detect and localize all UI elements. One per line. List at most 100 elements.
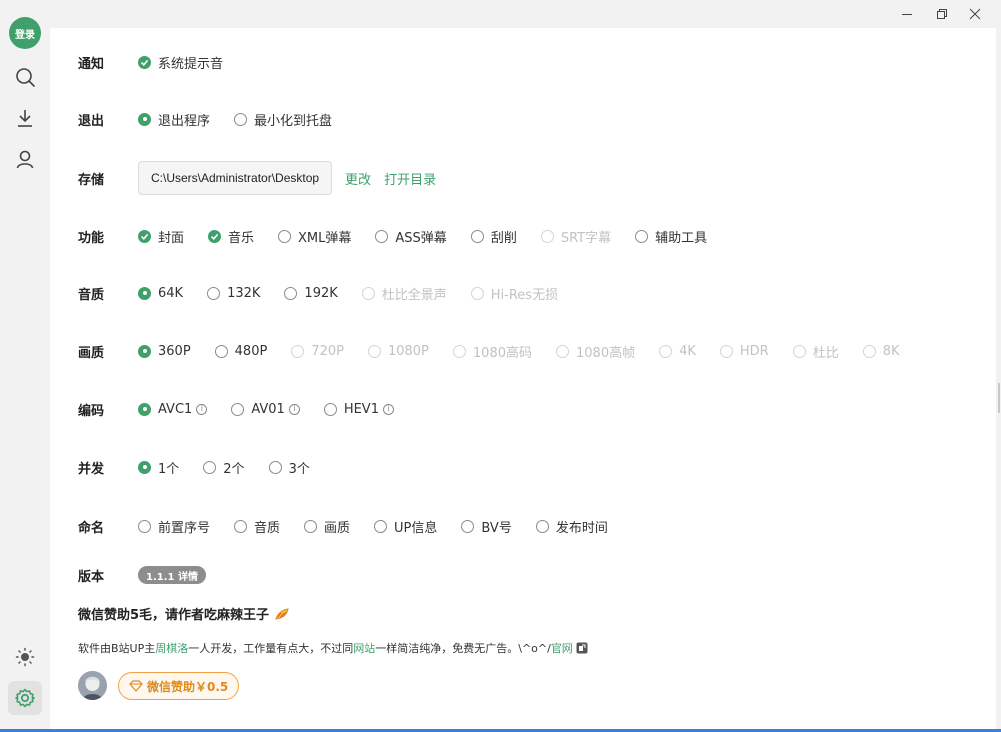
info-icon[interactable]: i: [196, 403, 208, 415]
option-1080-high-bitrate: 1080高码: [452, 342, 532, 361]
login-label: 登录: [15, 29, 35, 41]
radio[interactable]: [138, 402, 151, 416]
scrollbar[interactable]: [996, 28, 1001, 730]
option-hev1[interactable]: HEV1 i: [323, 402, 394, 417]
sun-icon[interactable]: [12, 644, 38, 670]
option-system-sound[interactable]: 系统提示音: [138, 53, 223, 72]
storage-path-field[interactable]: C:\Users\Administrator\Desktop: [138, 161, 333, 195]
option-cover[interactable]: 封面: [138, 227, 184, 246]
radio: [367, 344, 381, 358]
search-icon[interactable]: [12, 64, 38, 90]
radio[interactable]: [138, 460, 151, 474]
option-label: 音乐: [228, 230, 255, 246]
radio[interactable]: [138, 286, 151, 300]
option-label: 辅助工具: [655, 230, 708, 246]
checkbox[interactable]: [138, 229, 151, 243]
close-icon[interactable]: [963, 4, 987, 24]
option-192k[interactable]: 192K: [284, 286, 338, 301]
checkbox[interactable]: [635, 229, 649, 243]
row-label: 编码: [78, 403, 105, 419]
radio[interactable]: [284, 286, 298, 300]
about-text: 一人开发，工作量有点大，不过同: [188, 642, 354, 655]
site-link[interactable]: 网站: [353, 640, 375, 656]
option-bv-id[interactable]: BV号: [461, 517, 512, 536]
minimize-icon[interactable]: [895, 4, 919, 24]
radio[interactable]: [268, 460, 282, 474]
info-icon[interactable]: i: [382, 403, 394, 415]
option-scrape[interactable]: 刮削: [470, 227, 517, 246]
option-av01[interactable]: AV01 i: [231, 402, 300, 417]
storage-row: 存储 C:\Users\Administrator\Desktop 更改 打开目…: [78, 161, 436, 195]
checkbox[interactable]: [208, 229, 222, 243]
option-480p[interactable]: 480P: [214, 344, 267, 359]
option-minimize-tray[interactable]: 最小化到托盘: [234, 110, 332, 129]
open-folder-link[interactable]: 打开目录: [384, 169, 436, 188]
wechat-sponsor-button[interactable]: 微信赞助￥0.5: [118, 672, 240, 700]
option-publish-time[interactable]: 发布时间: [535, 517, 608, 536]
option-label: XML弹幕: [298, 230, 352, 246]
naming-row: 命名 前置序号 音质 画质 UP信息 BV号 发布时间: [78, 514, 632, 538]
option-xml-danmaku[interactable]: XML弹幕: [278, 227, 351, 246]
option-avc1[interactable]: AVC1 i: [138, 402, 208, 417]
radio[interactable]: [234, 112, 248, 126]
option-tools[interactable]: 辅助工具: [635, 227, 707, 246]
checkbox[interactable]: [461, 519, 475, 533]
option-label: 前置序号: [158, 520, 211, 536]
row-label: 退出: [78, 113, 105, 129]
restore-icon[interactable]: [930, 4, 954, 24]
option-name-video[interactable]: 画质: [304, 517, 350, 536]
author-link[interactable]: 周棋洛: [155, 640, 188, 656]
row-label: 通知: [78, 56, 105, 72]
radio[interactable]: [323, 402, 337, 416]
change-path-link[interactable]: 更改: [345, 169, 371, 188]
option-360p[interactable]: 360P: [138, 344, 191, 359]
checkbox[interactable]: [535, 519, 549, 533]
sponsor-button-label: 微信赞助￥0.5: [147, 679, 229, 694]
option-prefix-index[interactable]: 前置序号: [138, 517, 210, 536]
checkbox[interactable]: [374, 519, 388, 533]
audio-quality-row: 音质 64K 132K 192K 杜比全景声 Hi-Res无损: [78, 281, 582, 305]
option-name-audio[interactable]: 音质: [234, 517, 280, 536]
option-music[interactable]: 音乐: [208, 227, 254, 246]
option-label: 系统提示音: [158, 56, 224, 72]
radio: [719, 344, 733, 358]
diamond-icon: [129, 680, 143, 692]
official-site-link[interactable]: 官网: [551, 640, 573, 656]
radio[interactable]: [203, 460, 217, 474]
radio: [452, 344, 466, 358]
checkbox[interactable]: [278, 229, 292, 243]
row-label: 功能: [78, 230, 105, 246]
option-label: 1个: [158, 461, 180, 477]
option-concurrency-2[interactable]: 2个: [203, 458, 245, 477]
about-text: 软件由B站UP主: [78, 642, 156, 655]
user-icon[interactable]: [12, 146, 38, 172]
download-icon[interactable]: [12, 105, 38, 131]
radio[interactable]: [138, 112, 151, 126]
info-icon[interactable]: i: [288, 403, 300, 415]
login-button[interactable]: 登录: [9, 17, 41, 49]
option-dolby-atmos: 杜比全景声: [361, 284, 447, 303]
checkbox[interactable]: [375, 229, 389, 243]
option-64k[interactable]: 64K: [138, 286, 183, 301]
checkbox[interactable]: [138, 55, 151, 69]
version-row: 版本 1.1.1 详情: [78, 563, 206, 587]
radio[interactable]: [138, 344, 151, 358]
checkbox[interactable]: [234, 519, 248, 533]
version-badge[interactable]: 1.1.1 详情: [138, 566, 206, 584]
option-concurrency-3[interactable]: 3个: [268, 458, 310, 477]
option-ass-danmaku[interactable]: ASS弹幕: [375, 227, 447, 246]
option-132k[interactable]: 132K: [207, 286, 260, 301]
option-concurrency-1[interactable]: 1个: [138, 458, 179, 477]
checkbox[interactable]: [304, 519, 318, 533]
radio[interactable]: [214, 344, 228, 358]
option-720p: 720P: [291, 344, 344, 359]
option-exit-program[interactable]: 退出程序: [138, 110, 210, 129]
radio[interactable]: [207, 286, 221, 300]
checkbox[interactable]: [470, 229, 484, 243]
radio[interactable]: [231, 402, 245, 416]
option-hdr: HDR: [719, 344, 769, 359]
checkbox[interactable]: [138, 519, 151, 533]
external-link-icon[interactable]: [576, 642, 588, 654]
gear-icon[interactable]: [8, 681, 42, 715]
option-up-info[interactable]: UP信息: [374, 517, 437, 536]
